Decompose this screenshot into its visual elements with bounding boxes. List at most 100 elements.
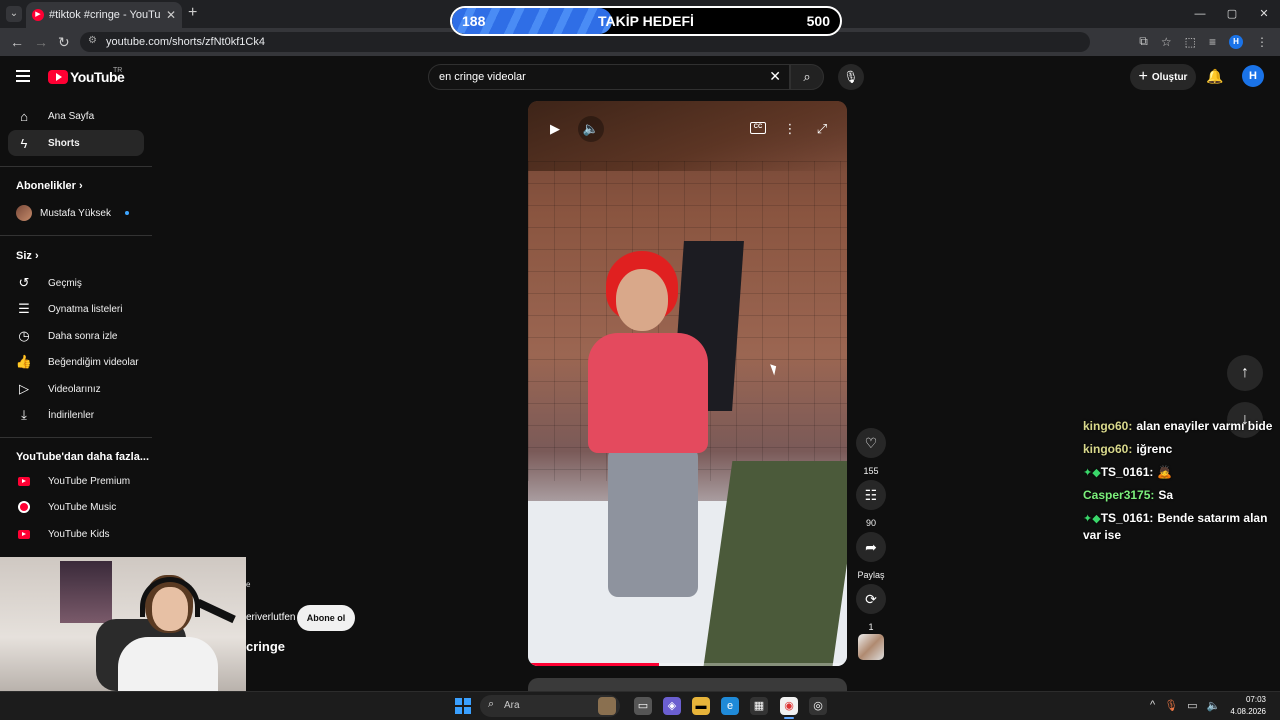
new-content-dot xyxy=(124,211,129,215)
comment-action: ☷ 90 xyxy=(856,480,886,528)
more-vert-icon: ⋮ xyxy=(783,121,797,136)
browser-menu-icon[interactable]: ⋮ xyxy=(1256,35,1268,49)
forward-icon[interactable]: → xyxy=(34,34,48,50)
comments-button[interactable]: ☷ xyxy=(856,480,886,510)
sidebar-item-shorts[interactable]: ϟ Shorts xyxy=(8,130,144,156)
video-person xyxy=(588,251,708,601)
sidebar-item-watch-later[interactable]: ◷ Daha sonra izle xyxy=(8,323,144,349)
sidebar-item-label: Mustafa Yüksek xyxy=(40,207,111,219)
share-action: ➦ Paylaş xyxy=(856,532,886,580)
subscribe-button[interactable]: Abone ol xyxy=(297,605,355,631)
chevron-up-icon[interactable]: ^ xyxy=(1150,699,1155,712)
microphone-icon: 🎙 xyxy=(843,70,859,84)
you-header[interactable]: Siz › xyxy=(16,250,39,262)
previous-short-button[interactable]: ↑ xyxy=(1227,355,1263,391)
sidebar-item-home[interactable]: ⌂ Ana Sayfa xyxy=(8,103,144,129)
sidebar-item-label: YouTube Music xyxy=(48,501,117,513)
task-view-icon[interactable]: ▭ xyxy=(634,697,652,715)
like-count: 155 xyxy=(863,466,879,476)
sidebar-item-downloads[interactable]: ⤓ İndirilenler xyxy=(8,402,144,428)
remix-button[interactable]: ⟳ xyxy=(856,584,886,614)
captions-icon[interactable]: CC xyxy=(750,122,766,134)
share-button[interactable]: ➦ xyxy=(856,532,886,562)
search-input[interactable]: en cringe videolar ✕ xyxy=(428,64,790,90)
channel-name-fragment[interactable]: eriverlutfen xyxy=(246,612,295,623)
reload-icon[interactable]: ↻ xyxy=(58,34,70,51)
close-window-icon[interactable]: ✕ xyxy=(1248,0,1280,28)
sidebar-item-playlists[interactable]: ☰ Oynatma listeleri xyxy=(8,296,144,322)
chat-username: kingo60: xyxy=(1083,442,1133,456)
create-label: Oluştur xyxy=(1151,71,1188,83)
short-video-player[interactable]: ▶ 🔈 CC ⋮ ⤢ xyxy=(528,101,847,666)
chat-message: ✦◆TS_0161: 🙇 xyxy=(1083,464,1275,481)
search-icon: ⌕ xyxy=(803,69,811,84)
sidebar-item-subscription[interactable]: Mustafa Yüksek xyxy=(8,200,144,226)
tab-search-icon[interactable]: ⌄ xyxy=(6,6,22,22)
browser-tab[interactable]: ▶ #tiktok #cringe - YouTube ✕ xyxy=(26,2,182,28)
voice-search-button[interactable]: 🎙 xyxy=(838,64,864,90)
volume-button[interactable]: 🔈 xyxy=(578,116,604,142)
minimize-icon[interactable]: — xyxy=(1184,0,1216,28)
play-button[interactable]: ▶ xyxy=(542,116,568,142)
sidebar-item-label: Ana Sayfa xyxy=(48,110,95,122)
more-from-youtube-header: YouTube'dan daha fazla... xyxy=(16,451,149,463)
browser-toolbar-icons: ⧉ ☆ ⬚ ≡ H ⋮ xyxy=(1139,34,1268,49)
account-avatar[interactable]: H xyxy=(1242,65,1264,87)
maximize-icon[interactable]: ▢ xyxy=(1216,0,1248,28)
more-options-button[interactable]: ⋮ xyxy=(777,116,803,142)
sidebar-item-label: YouTube Kids xyxy=(48,528,110,540)
extensions-icon[interactable]: ⬚ xyxy=(1185,35,1196,49)
windows-start-icon[interactable] xyxy=(455,698,471,714)
reading-list-icon[interactable]: ≡ xyxy=(1209,35,1216,49)
sidebar-item-youtube-kids[interactable]: YouTube Kids xyxy=(8,521,144,547)
fullscreen-button[interactable]: ⤢ xyxy=(809,116,835,142)
sound-thumbnail[interactable] xyxy=(858,634,884,660)
channel-avatar xyxy=(16,205,32,221)
cast-icon[interactable]: ⧉ xyxy=(1139,34,1148,49)
notifications-bell-icon[interactable]: 🔔 xyxy=(1206,68,1223,85)
clear-search-icon[interactable]: ✕ xyxy=(769,68,781,85)
subscriptions-header[interactable]: Abonelikler › xyxy=(16,180,83,192)
volume-icon[interactable]: 🔈 xyxy=(1207,699,1221,712)
like-button[interactable]: ♡ xyxy=(856,428,886,458)
sidebar-item-liked-videos[interactable]: 👍 Beğendiğim videolar xyxy=(8,349,144,375)
chat-username: TS_0161: xyxy=(1100,511,1154,525)
sidebar-item-your-videos[interactable]: ▷ Videolarınız xyxy=(8,376,144,402)
taskbar-clock[interactable]: 07:03 4.08.2026 xyxy=(1230,694,1266,718)
new-tab-button[interactable]: + xyxy=(188,4,197,22)
site-info-icon[interactable]: ⚙ xyxy=(88,35,97,46)
display-icon[interactable]: ▭ xyxy=(1187,699,1197,712)
create-button[interactable]: + Oluştur xyxy=(1130,64,1196,90)
chat-text: 🙇 xyxy=(1157,465,1173,479)
thumbs-up-icon: 👍 xyxy=(15,354,33,369)
edge-icon[interactable]: e xyxy=(721,697,739,715)
bookmark-star-icon[interactable]: ☆ xyxy=(1161,35,1172,49)
sidebar-item-label: Beğendiğim videolar xyxy=(48,356,139,368)
country-code: TR xyxy=(113,67,123,74)
widgets-icon[interactable]: ◈ xyxy=(663,697,681,715)
comment-icon: ☷ xyxy=(864,487,878,503)
taskbar-search-placeholder: Ara xyxy=(504,700,520,711)
like-action: ♡ 155 xyxy=(856,428,886,476)
sidebar-item-history[interactable]: ↺ Geçmiş xyxy=(8,270,144,296)
search-button[interactable]: ⌕ xyxy=(790,64,824,90)
shorts-icon: ϟ xyxy=(20,135,28,151)
follow-goal-current: 188 xyxy=(462,13,486,29)
obs-icon[interactable]: ◎ xyxy=(809,697,827,715)
chrome-icon[interactable]: ◉ xyxy=(780,697,798,715)
sidebar-item-youtube-music[interactable]: YouTube Music xyxy=(8,494,144,520)
file-explorer-icon[interactable]: ▬ xyxy=(692,697,710,715)
profile-avatar[interactable]: H xyxy=(1229,34,1243,49)
youtube-favicon-icon: ▶ xyxy=(32,9,44,21)
chat-badges: ✦◆ xyxy=(1083,513,1101,525)
sidebar-divider xyxy=(0,166,152,167)
sidebar-item-youtube-premium[interactable]: YouTube Premium xyxy=(8,468,144,494)
sidebar: ⌂ Ana Sayfa ϟ Shorts Abonelikler › Musta… xyxy=(0,102,154,562)
tab-close-icon[interactable]: ✕ xyxy=(166,8,176,22)
menu-icon[interactable] xyxy=(16,70,30,82)
store-icon[interactable]: ▦ xyxy=(750,697,768,715)
search-highlight-icon[interactable] xyxy=(598,697,616,715)
mic-tray-icon[interactable]: 🎙 xyxy=(1164,699,1178,712)
chat-message: ✦◆TS_0161: Bende satarım alan var ise xyxy=(1083,510,1275,543)
back-icon[interactable]: ← xyxy=(10,34,24,50)
